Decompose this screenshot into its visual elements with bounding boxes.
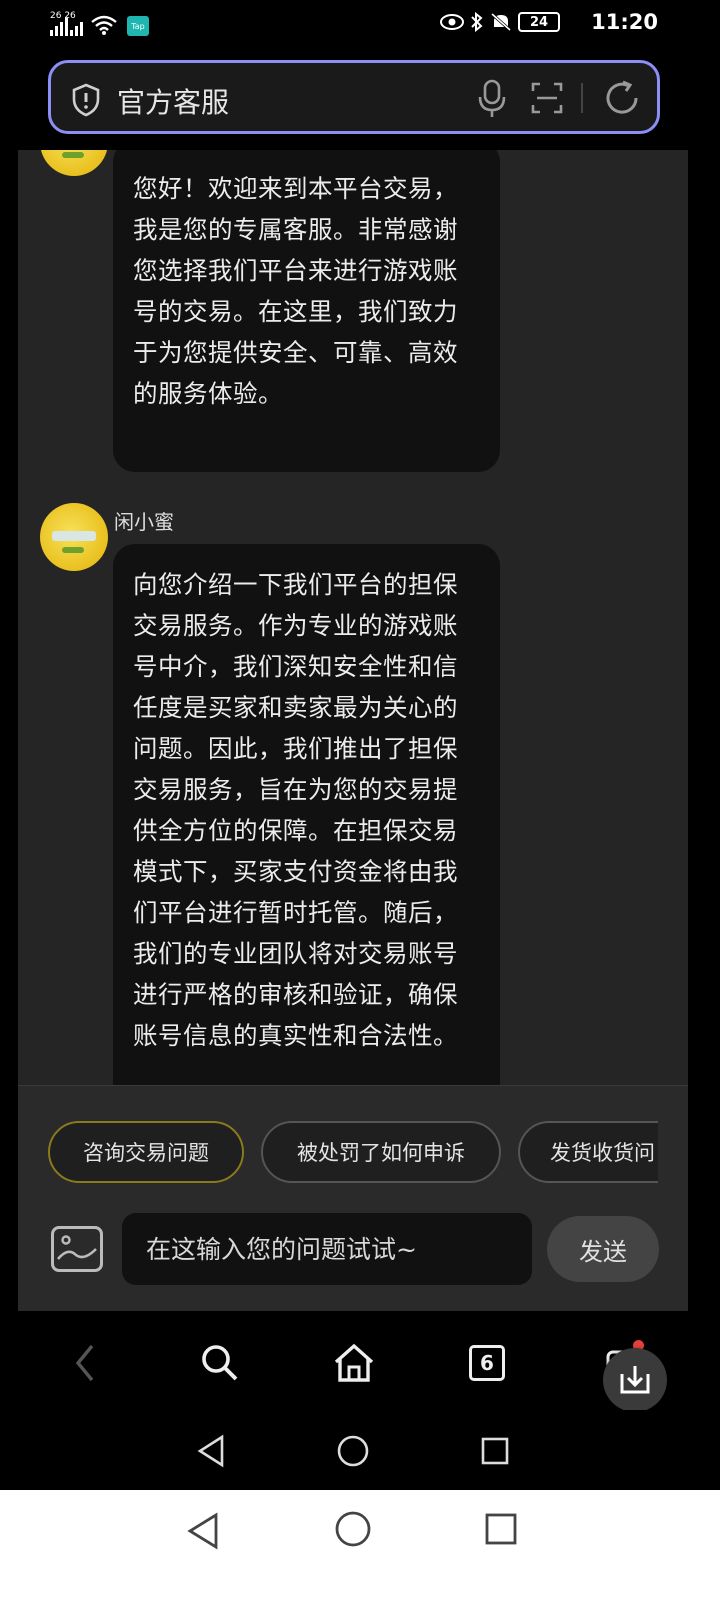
status-left: 26 26 Tap <box>50 10 149 36</box>
download-icon <box>620 1366 650 1394</box>
back-icon[interactable] <box>70 1342 100 1384</box>
nav-back-icon[interactable] <box>196 1434 226 1468</box>
status-bar: 26 26 Tap 24 11:20 <box>0 0 720 50</box>
shield-icon[interactable] <box>71 83 101 117</box>
quick-reply-chip[interactable]: 咨询交易问题 <box>48 1121 244 1183</box>
nav-home-icon[interactable] <box>336 1434 370 1468</box>
eye-icon <box>440 14 464 30</box>
sender-name: 闲小蜜 <box>114 510 174 534</box>
message-bubble: 您好！欢迎来到本平台交易，我是您的专属客服。非常感谢您选择我们平台来进行游戏账号… <box>113 150 500 472</box>
mic-icon[interactable] <box>477 79 507 119</box>
message-input[interactable] <box>122 1213 532 1285</box>
url-bar[interactable]: 官方客服 <box>48 60 660 134</box>
scan-icon[interactable] <box>531 81 563 115</box>
home-icon[interactable] <box>332 1342 376 1384</box>
quick-reply-chips: 咨询交易问题 被处罚了如何申诉 发货收货问 <box>18 1121 658 1185</box>
agent-avatar <box>40 503 108 571</box>
nav-recents-icon[interactable] <box>480 1436 510 1466</box>
status-right-icons: 24 <box>440 12 560 32</box>
signal-label: 26 26 <box>50 11 76 21</box>
bluetooth-icon <box>471 12 483 32</box>
image-upload-button[interactable] <box>51 1226 103 1272</box>
download-button[interactable] <box>603 1348 667 1412</box>
wifi-icon <box>91 15 117 35</box>
tap-app-icon: Tap <box>127 16 149 36</box>
image-icon <box>57 1235 97 1260</box>
message-bubble: 向您介绍一下我们平台的担保交易服务。作为专业的游戏账号中介，我们深知安全性和信任… <box>113 544 500 1085</box>
mute-icon <box>491 12 511 32</box>
search-icon[interactable] <box>200 1342 240 1384</box>
url-divider <box>581 83 583 113</box>
reload-icon[interactable] <box>603 79 641 117</box>
agent-avatar <box>40 150 108 176</box>
send-button[interactable]: 发送 <box>547 1216 659 1282</box>
page-title[interactable]: 官方客服 <box>117 81 229 121</box>
quick-reply-chip[interactable]: 被处罚了如何申诉 <box>261 1121 501 1183</box>
chat-area[interactable]: 您好！欢迎来到本平台交易，我是您的专属客服。非常感谢您选择我们平台来进行游戏账号… <box>18 150 688 1085</box>
nav-back-icon[interactable] <box>186 1512 220 1550</box>
composer-panel: 咨询交易问题 被处罚了如何申诉 发货收货问 发送 <box>18 1085 688 1311</box>
system-nav-bar <box>0 1410 720 1490</box>
outer-system-nav-bar <box>0 1490 720 1600</box>
battery-icon: 24 <box>518 12 560 32</box>
status-time: 11:20 <box>591 10 658 34</box>
nav-recents-icon[interactable] <box>484 1512 518 1546</box>
nav-home-icon[interactable] <box>334 1510 372 1548</box>
quick-reply-chip[interactable]: 发货收货问 <box>518 1121 658 1183</box>
tabs-button[interactable]: 6 <box>469 1345 505 1381</box>
